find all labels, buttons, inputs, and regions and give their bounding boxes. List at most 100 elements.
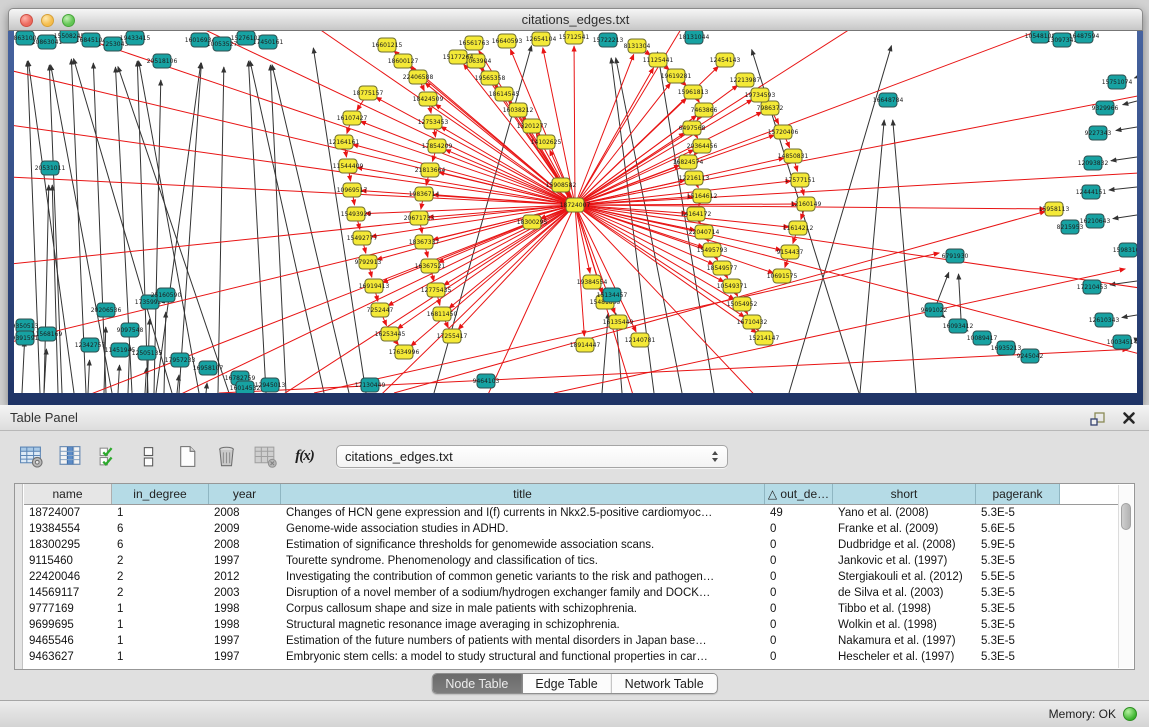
graph-node[interactable]: 12342757: [75, 338, 106, 352]
graph-node[interactable]: 8131304: [624, 39, 651, 53]
column-header-name[interactable]: name: [24, 484, 112, 504]
graph-node[interactable]: 15712541: [559, 31, 590, 44]
graph-node[interactable]: 17577151: [785, 173, 816, 187]
graph-node[interactable]: 21813664: [415, 163, 446, 177]
table-row[interactable]: 977716911998Corpus callosum shape and si…: [24, 601, 1118, 617]
graph-node[interactable]: 15958113: [1039, 202, 1070, 216]
graph-node[interactable]: 9464103: [473, 374, 500, 388]
graph-node[interactable]: 18914447: [570, 338, 601, 352]
tab-network-table[interactable]: Network Table: [612, 674, 717, 693]
show-column-icon[interactable]: [57, 443, 84, 470]
delete-table-icon[interactable]: [213, 443, 240, 470]
network-canvas[interactable]: 1877515716107427121641611154440910969517…: [14, 31, 1137, 393]
show-table-options-icon[interactable]: [18, 443, 45, 470]
graph-node[interactable]: 18600127: [388, 54, 419, 68]
graph-node[interactable]: 17634996: [389, 345, 420, 359]
graph-node[interactable]: 19836714: [409, 187, 440, 201]
graph-node[interactable]: 11125441: [643, 53, 674, 67]
toggle-rows-icon[interactable]: [135, 443, 162, 470]
graph-node[interactable]: 9245042: [1017, 349, 1044, 363]
close-panel-icon[interactable]: [1119, 408, 1139, 428]
graph-node[interactable]: 12610343: [1089, 313, 1120, 327]
import-table-icon[interactable]: [252, 443, 279, 470]
table-row[interactable]: 1830029562008Estimation of significance …: [24, 537, 1118, 553]
graph-node[interactable]: 15495793: [697, 243, 728, 257]
graph-node[interactable]: 15961813: [678, 85, 709, 99]
tab-node-table[interactable]: Node Table: [432, 674, 522, 693]
table-row[interactable]: 1456911722003Disruption of a novel membe…: [24, 585, 1118, 601]
select-columns-icon[interactable]: [96, 443, 123, 470]
graph-node[interactable]: 7463866: [691, 103, 718, 117]
graph-node[interactable]: 17130449: [355, 378, 386, 392]
graph-node[interactable]: 12753453: [418, 115, 449, 129]
graph-node[interactable]: 10549371: [717, 279, 748, 293]
graph-node[interactable]: 12093832: [1078, 156, 1109, 170]
graph-node[interactable]: 12140781: [625, 333, 656, 347]
graph-node[interactable]: 12654104: [526, 32, 557, 46]
graph-node[interactable]: 15164612: [687, 189, 718, 203]
graph-node[interactable]: 15493929: [341, 207, 372, 221]
column-header-pagerank[interactable]: pagerank: [976, 484, 1060, 504]
table-select-dropdown[interactable]: citations_edges.txt: [336, 445, 728, 468]
graph-node[interactable]: 16710432: [737, 315, 768, 329]
graph-node[interactable]: 9792913: [355, 255, 382, 269]
table-row[interactable]: 969969511998Structural magnetic resonanc…: [24, 617, 1118, 633]
graph-node[interactable]: 18614545: [489, 87, 520, 101]
tab-edge-table[interactable]: Edge Table: [522, 674, 611, 693]
graph-node[interactable]: 12505135: [132, 346, 163, 360]
graph-node[interactable]: 9154437: [777, 245, 804, 259]
graph-node[interactable]: 22406588: [403, 70, 434, 84]
graph-node[interactable]: 6497568: [679, 121, 706, 135]
graph-node[interactable]: 10691575: [767, 269, 798, 283]
column-header-title[interactable]: title: [281, 484, 765, 504]
graph-node[interactable]: 12454143: [710, 53, 741, 67]
graph-node[interactable]: 15751074: [1102, 75, 1133, 89]
graph-node[interactable]: 18775157: [353, 86, 384, 100]
graph-node[interactable]: 17255417: [437, 329, 468, 343]
graph-node[interactable]: 18131044: [679, 31, 710, 44]
graph-node[interactable]: 19619281: [661, 69, 692, 83]
graph-node[interactable]: 15492777: [347, 231, 378, 245]
graph-node[interactable]: 15983102: [1113, 243, 1137, 257]
graph-node[interactable]: 20531011: [35, 161, 66, 175]
graph-node[interactable]: 15720406: [768, 125, 799, 139]
graph-node[interactable]: 12160149: [791, 197, 822, 211]
memory-status-led[interactable]: [1123, 707, 1137, 721]
graph-node[interactable]: 19565358: [475, 71, 506, 85]
graph-node[interactable]: 22040714: [689, 225, 720, 239]
column-header-in_degree[interactable]: in_degree: [112, 484, 209, 504]
graph-node[interactable]: 6791930: [942, 249, 969, 263]
graph-node[interactable]: 16093412: [943, 319, 974, 333]
graph-node[interactable]: 9097548: [117, 323, 144, 337]
graph-node[interactable]: 16253445: [375, 327, 406, 341]
table-scrollbar[interactable]: [1118, 485, 1133, 668]
function-builder-icon[interactable]: f(x): [291, 443, 318, 470]
table-row[interactable]: 1938455462009Genome-wide association stu…: [24, 521, 1118, 537]
float-panel-icon[interactable]: [1087, 408, 1107, 428]
scrollbar-thumb[interactable]: [1121, 503, 1131, 530]
table-row[interactable]: 911546021997Tourette syndrome. Phenomeno…: [24, 553, 1118, 569]
new-table-icon[interactable]: [174, 443, 201, 470]
column-header-short[interactable]: short: [833, 484, 976, 504]
table-row[interactable]: 946554611997Estimation of the future num…: [24, 633, 1118, 649]
graph-node[interactable]: 16811450: [427, 307, 458, 321]
graph-node[interactable]: 9329966: [1092, 101, 1119, 115]
graph-node[interactable]: 16640593: [492, 34, 523, 48]
table-row[interactable]: 2242004622012Investigating the contribut…: [24, 569, 1118, 585]
table-row[interactable]: 946362711997Embryonic stem cells: a mode…: [24, 649, 1118, 665]
graph-node[interactable]: 16038212: [503, 103, 534, 117]
graph-node[interactable]: 12213987: [730, 73, 761, 87]
graph-node[interactable]: 16561763: [459, 36, 490, 50]
graph-node[interactable]: 16210643: [1080, 214, 1111, 228]
graph-node[interactable]: 12216113: [679, 171, 710, 185]
column-header-year[interactable]: year: [209, 484, 281, 504]
table-row[interactable]: 1872400712008Changes of HCN gene express…: [24, 505, 1118, 521]
graph-node[interactable]: 7986372: [757, 101, 784, 115]
graph-node[interactable]: 19734593: [745, 88, 776, 102]
graph-node[interactable]: 16107427: [337, 111, 368, 125]
column-header-out_de[interactable]: △ out_de…: [765, 484, 833, 504]
graph-node[interactable]: 9227343: [1085, 126, 1112, 140]
graph-node[interactable]: 10089417: [967, 331, 998, 345]
graph-node[interactable]: 12444151: [1076, 185, 1107, 199]
graph-node[interactable]: 9491022: [921, 303, 948, 317]
